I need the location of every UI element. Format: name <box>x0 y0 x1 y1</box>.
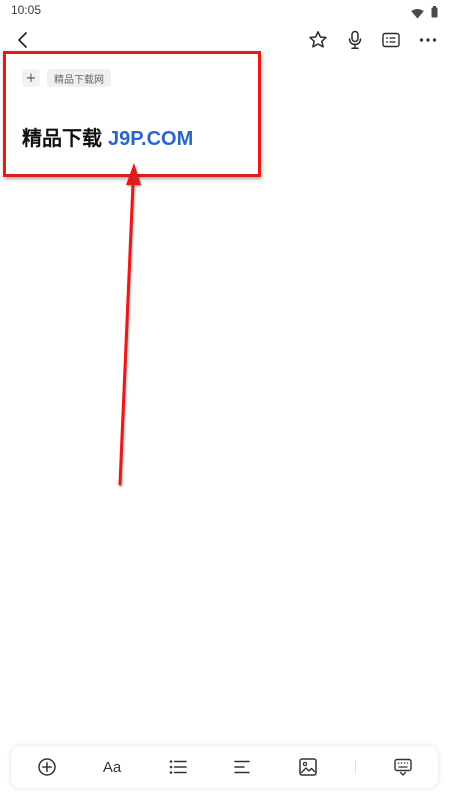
tag-row: + 精品下载网 <box>22 68 111 88</box>
microphone-icon <box>348 30 362 49</box>
font-format-label: Aa <box>102 758 122 776</box>
hide-keyboard-button[interactable] <box>387 751 419 783</box>
chevron-left-icon <box>18 32 27 48</box>
voice-input-button[interactable] <box>340 24 370 56</box>
status-bar: 10:05 <box>0 0 450 22</box>
align-button[interactable] <box>226 751 258 783</box>
wifi-icon <box>411 4 424 23</box>
note-title-brand: J9P.COM <box>108 128 194 150</box>
back-button[interactable] <box>8 24 38 56</box>
tag-chip[interactable]: 精品下载网 <box>47 69 111 87</box>
note-editor-screen: 10:05 + 精品下载网 精品下载 J9P.COM Aa <box>0 0 450 800</box>
battery-icon <box>431 3 438 22</box>
top-toolbar <box>0 24 450 56</box>
annotation-arrow <box>118 163 141 486</box>
bullet-list-icon <box>169 760 187 774</box>
outline-list-icon <box>382 32 400 48</box>
favorite-button[interactable] <box>303 24 333 56</box>
keyboard-hide-icon <box>394 758 412 776</box>
text-format-button[interactable]: Aa <box>96 751 128 783</box>
status-time: 10:05 <box>11 3 42 17</box>
bullet-list-button[interactable] <box>162 751 194 783</box>
note-title-text: 精品下载 <box>22 126 102 150</box>
insert-button[interactable] <box>31 751 63 783</box>
outline-button[interactable] <box>376 24 406 56</box>
add-tag-button[interactable]: + <box>22 69 40 87</box>
more-options-button[interactable] <box>413 24 443 56</box>
bottom-format-toolbar: Aa <box>11 746 438 788</box>
align-left-icon <box>234 760 250 774</box>
image-icon <box>299 758 317 776</box>
toolbar-divider <box>355 760 356 774</box>
more-horizontal-icon <box>419 38 437 42</box>
insert-image-button[interactable] <box>292 751 324 783</box>
star-icon <box>309 31 327 48</box>
circle-plus-icon <box>38 758 56 776</box>
note-title[interactable]: 精品下载 J9P.COM <box>22 122 193 151</box>
